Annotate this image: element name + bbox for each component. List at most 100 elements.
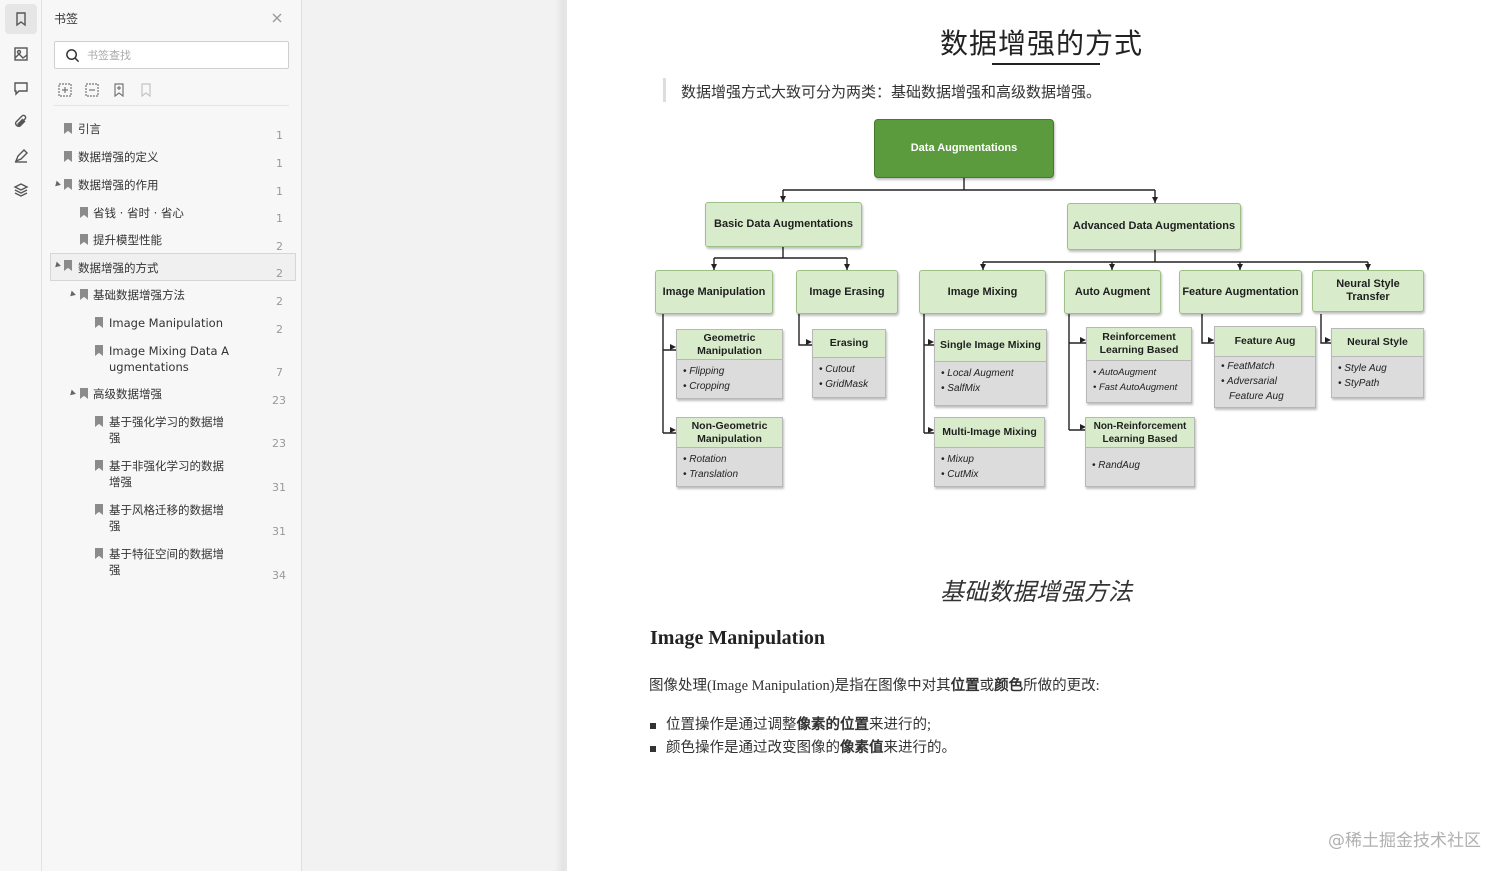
page-title: 数据增强的方式 bbox=[940, 27, 1144, 60]
section-heading: 基础数据增强方法 bbox=[940, 578, 1132, 606]
bookmark-flag-icon bbox=[95, 345, 103, 356]
bookmark-flag-icon bbox=[64, 179, 72, 190]
bookmark-label: Image Mixing Data A bbox=[109, 344, 230, 358]
bullet-text: 来进行的。 bbox=[883, 740, 957, 756]
bookmark-label: 提升模型性能 bbox=[93, 233, 162, 247]
bookmark-label: ugmentations bbox=[109, 360, 189, 374]
bookmark-item[interactable]: Image Manipulation 2 bbox=[50, 315, 296, 339]
bookmark-page: 23 bbox=[272, 394, 286, 407]
bullet-text: 来进行的; bbox=[869, 717, 932, 733]
bookmark-label: 数据增强的方式 bbox=[78, 261, 159, 275]
bookmark-item[interactable]: 省钱 · 省时 · 省心 1 bbox=[50, 205, 296, 229]
bookmark-item[interactable]: Image Mixing Data A ugmentations 7 bbox=[50, 343, 296, 381]
signature-icon[interactable] bbox=[5, 141, 37, 171]
bookmark-page: 1 bbox=[276, 185, 283, 198]
page-shadow bbox=[555, 0, 564, 871]
bookmark-flag-icon bbox=[80, 207, 88, 218]
bookmark-label: 基于非强化学习的数据 bbox=[109, 459, 224, 473]
bookmark-page: 1 bbox=[276, 129, 283, 142]
bookmark-page: 2 bbox=[276, 295, 283, 308]
divider bbox=[54, 105, 289, 106]
bullet-text: 颜色操作是通过改变图像的 bbox=[666, 740, 840, 756]
bookmark-flag-icon bbox=[95, 317, 103, 328]
panel-title: 书签 bbox=[54, 12, 79, 26]
para-bold: 颜色 bbox=[994, 678, 1024, 694]
bookmark-page: 1 bbox=[276, 157, 283, 170]
expand-triangle-icon[interactable] bbox=[68, 290, 76, 299]
expand-triangle-icon[interactable] bbox=[53, 261, 61, 270]
bookmark-label: 高级数据增强 bbox=[93, 387, 162, 401]
bookmark-item[interactable]: 高级数据增强 23 bbox=[50, 386, 296, 410]
bookmark-item-selected[interactable]: 数据增强的方式 2 bbox=[50, 253, 296, 281]
bookmark-search[interactable] bbox=[54, 41, 289, 69]
expand-triangle-icon[interactable] bbox=[68, 389, 76, 398]
bookmark-page: 7 bbox=[276, 366, 283, 379]
quote-text: 数据增强方式大致可分为两类：基础数据增强和高级数据增强。 bbox=[681, 83, 1102, 101]
bookmark-flag-icon bbox=[95, 504, 103, 515]
bookmark-label: 基础数据增强方法 bbox=[93, 288, 185, 302]
bookmark-item[interactable]: 基于特征空间的数据增 强 34 bbox=[50, 546, 296, 586]
bookmark-item[interactable]: 基础数据增强方法 2 bbox=[50, 287, 296, 311]
bookmark-page: 2 bbox=[276, 323, 283, 336]
bookmark-page: 2 bbox=[276, 267, 283, 280]
bookmark-flag-icon bbox=[95, 548, 103, 559]
bookmark-item[interactable]: 基于风格迁移的数据增 强 31 bbox=[50, 502, 296, 542]
search-icon bbox=[66, 49, 80, 63]
attachment-icon[interactable] bbox=[5, 107, 37, 137]
bullet-dot bbox=[650, 745, 656, 752]
collapse-all-icon[interactable] bbox=[85, 82, 103, 100]
bookmark-flag-icon bbox=[95, 460, 103, 471]
bookmark-item[interactable]: 引言 1 bbox=[50, 121, 296, 145]
paragraph: 图像处理(Image Manipulation)是指在图像中对其位置或颜色所做的… bbox=[649, 674, 1100, 695]
bookmark-search-input[interactable] bbox=[87, 46, 282, 64]
bookmark-flag-icon bbox=[95, 416, 103, 427]
bookmark-label: 数据增强的作用 bbox=[78, 178, 159, 192]
thumbnail-icon[interactable] bbox=[5, 39, 37, 69]
expand-triangle-icon[interactable] bbox=[53, 180, 61, 189]
subsection-heading: Image Manipulation bbox=[650, 627, 826, 649]
bookmark-item[interactable]: 数据增强的作用 1 bbox=[50, 177, 296, 201]
bookmark-label: 数据增强的定义 bbox=[78, 150, 159, 164]
title-underline bbox=[992, 63, 1100, 65]
bookmark-page: 1 bbox=[276, 212, 283, 225]
bookmark-label: 引言 bbox=[78, 122, 101, 136]
bookmark-flag-icon bbox=[64, 260, 72, 271]
comment-icon[interactable] bbox=[5, 73, 37, 103]
bookmark-item[interactable]: 基于强化学习的数据增 强 23 bbox=[50, 414, 296, 454]
bookmark-page: 31 bbox=[272, 525, 286, 538]
bookmark-page: 34 bbox=[272, 569, 286, 582]
expand-all-icon[interactable] bbox=[58, 82, 76, 100]
bookmark-label: Image Manipulation bbox=[109, 316, 223, 330]
bookmark-label: 省钱 · 省时 · 省心 bbox=[93, 206, 184, 220]
icon-rail bbox=[0, 0, 42, 871]
bookmark-flag-icon bbox=[80, 234, 88, 245]
delete-bookmark-icon[interactable] bbox=[139, 82, 157, 100]
bookmark-flag-icon bbox=[64, 123, 72, 134]
watermark: @稀土掘金技术社区 bbox=[1328, 831, 1481, 851]
bookmark-toolbar bbox=[58, 82, 288, 102]
layers-icon[interactable] bbox=[5, 175, 37, 205]
para-text: 或 bbox=[979, 678, 995, 694]
add-bookmark-icon[interactable] bbox=[112, 82, 130, 100]
bookmark-icon[interactable] bbox=[5, 4, 37, 34]
bullet-item: 颜色操作是通过改变图像的像素值来进行的。 bbox=[650, 736, 956, 757]
bookmark-label: 强 bbox=[109, 563, 121, 577]
quote-bar bbox=[663, 78, 666, 102]
bookmark-panel: 书签 引言 1 数据增强的定义 1 数据增强的作用 1 省钱 · 省时 · 省心… bbox=[42, 0, 302, 871]
bullet-dot bbox=[650, 722, 656, 729]
bookmark-label: 增强 bbox=[109, 475, 132, 489]
close-icon[interactable] bbox=[270, 10, 284, 24]
para-text: 图像处理(Image Manipulation)是指在图像中对其 bbox=[649, 678, 951, 694]
para-text: 所做的更改: bbox=[1023, 678, 1100, 694]
bullet-text: 位置操作是通过调整 bbox=[666, 717, 797, 733]
bookmark-flag-icon bbox=[80, 388, 88, 399]
bookmark-label: 基于特征空间的数据增 bbox=[109, 547, 224, 561]
bookmark-page: 31 bbox=[272, 481, 286, 494]
bookmark-page: 23 bbox=[272, 437, 286, 450]
bullet-item: 位置操作是通过调整像素的位置来进行的; bbox=[650, 713, 931, 734]
bookmark-label: 基于强化学习的数据增 bbox=[109, 415, 224, 429]
bullet-bold: 像素的位置 bbox=[796, 717, 870, 733]
bookmark-item[interactable]: 基于非强化学习的数据 增强 31 bbox=[50, 458, 296, 498]
bullet-bold: 像素值 bbox=[840, 740, 884, 756]
bookmark-item[interactable]: 数据增强的定义 1 bbox=[50, 149, 296, 173]
